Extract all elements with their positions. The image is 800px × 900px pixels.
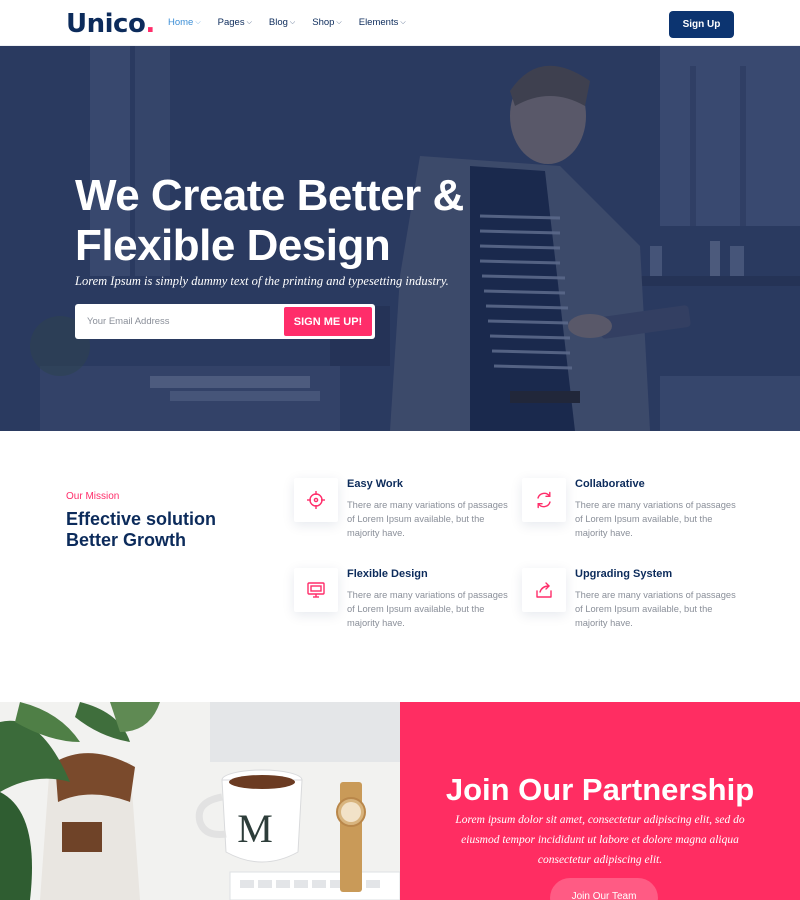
site-header: Unico. Home ⌵ Pages ⌵ Blog ⌵ Shop ⌵ Elements… (0, 0, 800, 46)
crosshair-icon (307, 491, 325, 509)
main-nav: Home ⌵ Pages ⌵ Blog ⌵ Shop ⌵ Elements ⌵ (168, 17, 406, 28)
logo[interactable]: Unico. (66, 9, 155, 39)
share-icon (536, 582, 552, 598)
logo-text: Unico (66, 9, 146, 39)
logo-dot: . (145, 9, 155, 39)
feature-description: There are many variations of passages of… (575, 500, 736, 538)
subscribe-form: SIGN ME UP! (75, 304, 375, 339)
hero-title-line1: We Create Better & (75, 171, 464, 220)
nav-item-blog[interactable]: Blog ⌵ (269, 17, 295, 28)
feature-upgrading-system: Upgrading System There are many variatio… (522, 568, 742, 648)
signup-button[interactable]: Sign Up (669, 11, 734, 38)
sign-me-up-button[interactable]: SIGN ME UP! (284, 307, 372, 336)
hero-title-line2: Flexible Design (75, 221, 391, 270)
monitor-icon (307, 582, 325, 598)
nav-item-shop[interactable]: Shop ⌵ (312, 17, 342, 28)
feature-description: There are many variations of passages of… (347, 590, 508, 628)
chevron-down-icon: ⌵ (246, 18, 252, 26)
hero-subtitle: Lorem Ipsum is simply dummy text of the … (75, 274, 449, 288)
feature-description: There are many variations of passages of… (347, 500, 508, 538)
nav-item-label: Elements (358, 17, 399, 28)
nav-item-pages[interactable]: Pages ⌵ (218, 17, 252, 28)
workspace-photo: M (0, 702, 400, 900)
mission-title-line1: Effective solution (66, 509, 217, 529)
email-field[interactable] (87, 304, 277, 339)
mission-title-line2: Better Growth (66, 530, 187, 550)
feature-title: Upgrading System (575, 568, 673, 580)
hero-title: We Create Better & Flexible Design (75, 171, 545, 271)
feature-flexible-design: Flexible Design There are many variation… (294, 568, 514, 648)
partnership-section: Join Our Partnership Lorem ipsum dolor s… (400, 702, 800, 900)
mug-letter: M (237, 806, 273, 851)
nav-item-label: Pages (217, 17, 245, 28)
mission-kicker: Our Mission (66, 491, 120, 502)
partnership-title: Join Our Partnership (445, 772, 755, 807)
mission-title: Effective solution Better Growth (66, 509, 266, 551)
nav-item-label: Blog (268, 17, 288, 28)
feature-title: Easy Work (347, 478, 404, 490)
nav-item-label: Shop (312, 17, 335, 28)
workspace-image: M (0, 702, 400, 900)
nav-item-home[interactable]: Home ⌵ (168, 17, 201, 28)
feature-icon-box (522, 568, 566, 612)
feature-description: There are many variations of passages of… (575, 590, 736, 628)
feature-title: Collaborative (575, 478, 645, 490)
feature-easy-work: Easy Work There are many variations of p… (294, 478, 514, 558)
chevron-down-icon: ⌵ (195, 18, 201, 26)
chevron-down-icon: ⌵ (289, 18, 296, 26)
feature-icon-box (294, 478, 338, 522)
chevron-down-icon: ⌵ (400, 18, 406, 26)
feature-collaborative: Collaborative There are many variations … (522, 478, 742, 558)
nav-item-label: Home (168, 17, 194, 28)
feature-icon-box (522, 478, 566, 522)
refresh-icon (537, 491, 551, 509)
feature-title: Flexible Design (347, 568, 428, 580)
feature-icon-box (294, 568, 338, 612)
partnership-text: Lorem ipsum dolor sit amet, consectetur … (455, 814, 745, 866)
join-our-team-button[interactable]: Join Our Team (550, 878, 658, 900)
hero-section: We Create Better & Flexible Design Lorem… (0, 46, 800, 431)
chevron-down-icon: ⌵ (336, 18, 342, 26)
nav-item-elements[interactable]: Elements ⌵ (359, 17, 406, 28)
